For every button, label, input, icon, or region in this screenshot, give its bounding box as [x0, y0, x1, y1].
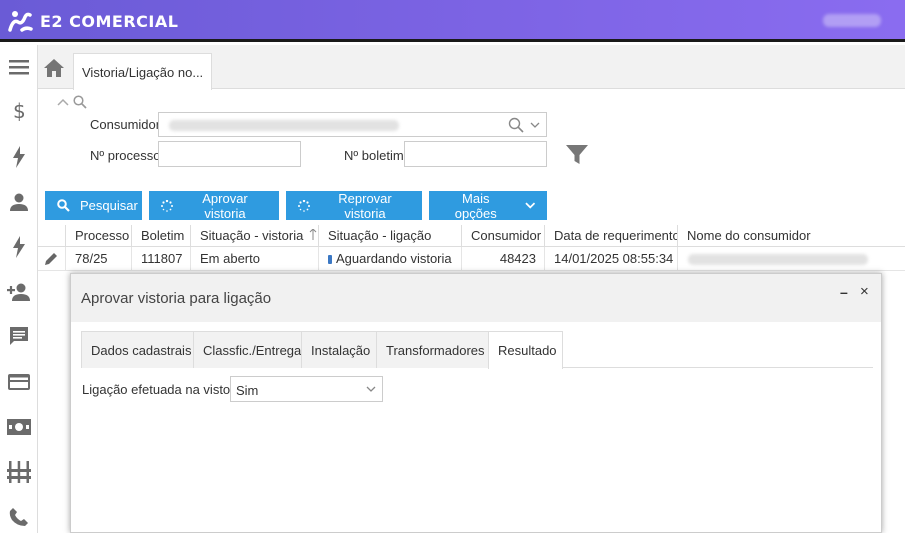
situacao-ligacao-text: Aguardando vistoria	[336, 251, 452, 266]
consumidor-value-redacted	[169, 120, 399, 131]
tab-transformadores[interactable]: Transformadores	[376, 331, 489, 368]
status-indicator-icon	[328, 255, 332, 264]
dialog-tabs: Dados cadastrais Classfic./Entrega Insta…	[81, 331, 873, 369]
search-icon	[57, 199, 70, 212]
ligacao-efetuada-value: Sim	[236, 383, 259, 398]
nome-redacted	[688, 254, 868, 265]
col-situacao-vistoria-label: Situação - vistoria	[200, 228, 304, 243]
mais-opcoes-label: Mais opções	[454, 190, 497, 221]
col-boletim[interactable]: Boletim	[131, 225, 190, 247]
chevron-up-icon	[57, 98, 69, 106]
col-situacao-vistoria[interactable]: Situação - vistoria	[190, 225, 318, 247]
meter-icon[interactable]	[4, 458, 34, 486]
person-icon[interactable]	[4, 188, 34, 216]
search-icon	[73, 95, 87, 109]
spinner-icon	[161, 199, 173, 212]
money-icon[interactable]	[4, 413, 34, 441]
grid-header: Processo Boletim Situação - vistoria Sit…	[38, 225, 905, 247]
app-logo[interactable]: E2 COMERCIAL	[8, 9, 178, 33]
table-row[interactable]: 78/25 111807 Em aberto Aguardando vistor…	[38, 247, 905, 271]
phone-icon[interactable]	[4, 503, 34, 531]
tab-resultado[interactable]: Resultado	[488, 331, 563, 369]
sidebar: $	[0, 45, 38, 533]
top-bar: E2 COMERCIAL	[0, 0, 905, 42]
tab-bar: Vistoria/Ligação no...	[38, 45, 905, 90]
bolt-icon[interactable]	[4, 143, 34, 171]
filter-collapse-toggle[interactable]	[57, 95, 87, 109]
ligacao-efetuada-label: Ligação efetuada na vistoria	[82, 382, 245, 397]
cell-processo: 78/25	[65, 247, 131, 271]
user-menu[interactable]	[823, 14, 881, 27]
chevron-down-icon[interactable]	[530, 122, 540, 129]
svg-text:$: $	[13, 100, 26, 122]
filter-icon[interactable]	[566, 145, 588, 164]
dialog-header: Aprovar vistoria para ligação – ×	[71, 274, 881, 322]
aprovar-vistoria-dialog: Aprovar vistoria para ligação – × Dados …	[70, 273, 882, 533]
pesquisar-button[interactable]: Pesquisar	[45, 191, 142, 220]
chevron-down-icon	[524, 202, 535, 209]
cell-situacao-vistoria: Em aberto	[190, 247, 318, 271]
col-nome-consumidor[interactable]: Nome do consumidor	[677, 225, 905, 247]
dialog-title: Aprovar vistoria para ligação	[81, 290, 272, 307]
ligacao-efetuada-select[interactable]: Sim	[230, 376, 383, 402]
processo-label: Nº processo	[90, 148, 161, 163]
processo-input[interactable]	[158, 141, 301, 167]
dollar-icon[interactable]: $	[4, 97, 34, 125]
cell-nome-consumidor	[677, 247, 905, 271]
cell-situacao-ligacao: Aguardando vistoria	[318, 247, 461, 271]
cell-consumidor: 48423	[461, 247, 544, 271]
comment-icon[interactable]	[4, 322, 34, 350]
action-toolbar: Pesquisar Aprovar vistoria Reprovar vist…	[45, 190, 547, 221]
reprovar-label: Reprovar vistoria	[338, 190, 392, 221]
sort-up-icon	[309, 228, 317, 240]
tab-classfic-entrega[interactable]: Classfic./Entrega	[193, 331, 302, 368]
tab-instalacao[interactable]: Instalação	[301, 331, 377, 368]
chevron-down-icon	[366, 386, 376, 392]
mais-opcoes-button[interactable]: Mais opções	[429, 190, 547, 221]
brand-logo-icon	[8, 11, 33, 32]
consumidor-input[interactable]	[158, 112, 547, 137]
cell-boletim: 111807	[131, 247, 190, 271]
person-add-icon[interactable]	[4, 278, 34, 306]
close-button[interactable]: ×	[860, 283, 869, 300]
col-data-requerimento[interactable]: Data de requerimento	[544, 225, 677, 247]
tab-vistoria-ligacao[interactable]: Vistoria/Ligação no...	[73, 53, 213, 90]
aprovar-label: Aprovar vistoria	[202, 190, 248, 221]
col-processo[interactable]: Processo	[65, 225, 131, 247]
col-consumidor[interactable]: Consumidor	[461, 225, 544, 247]
brand-name: E2 COMERCIAL	[40, 11, 179, 31]
reprovar-vistoria-button[interactable]: Reprovar vistoria	[286, 190, 422, 221]
bolt-icon-2[interactable]	[4, 233, 34, 261]
boletim-input[interactable]	[404, 141, 547, 167]
col-situacao-ligacao[interactable]: Situação - ligação	[318, 225, 461, 247]
pesquisar-label: Pesquisar	[80, 198, 138, 213]
tab-dados-cadastrais[interactable]: Dados cadastrais	[81, 331, 194, 368]
search-icon[interactable]	[508, 117, 524, 133]
spinner-icon	[298, 199, 310, 212]
boletim-label: Nº boletim	[344, 148, 404, 163]
menu-icon[interactable]	[4, 53, 34, 81]
consumidor-label: Consumidor	[90, 117, 161, 132]
card-icon[interactable]	[4, 368, 34, 396]
cell-data-requerimento: 14/01/2025 08:55:34	[544, 247, 677, 271]
home-icon[interactable]	[44, 59, 66, 79]
minimize-button[interactable]: –	[840, 284, 848, 300]
aprovar-vistoria-button[interactable]: Aprovar vistoria	[149, 190, 279, 221]
edit-pencil-icon[interactable]	[44, 252, 58, 266]
